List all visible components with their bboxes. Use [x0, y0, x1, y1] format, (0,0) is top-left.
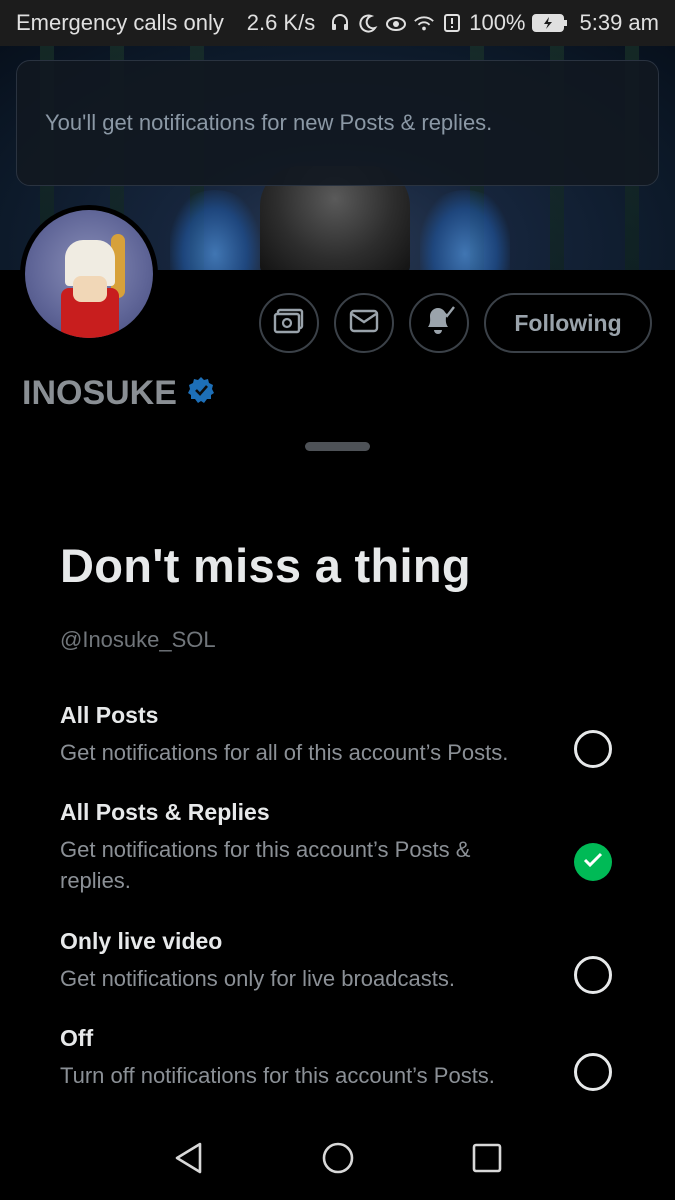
notifications-button[interactable]: [409, 293, 469, 353]
bell-check-icon: [422, 305, 456, 342]
battery-percent: 100%: [469, 10, 526, 35]
clock-time: 5:39 am: [579, 10, 660, 35]
option-description: Get notifications for all of this accoun…: [60, 740, 509, 765]
sheet-title: Don't miss a thing: [60, 539, 471, 592]
display-name: INOSUKE: [22, 374, 177, 412]
eye-icon: [385, 12, 407, 34]
wifi-icon: [413, 12, 435, 34]
headphones-icon: [329, 12, 351, 34]
notification-settings-sheet: Don't miss a thing @Inosuke_SOL All Post…: [0, 420, 675, 1200]
recents-nav-button[interactable]: [467, 1140, 507, 1180]
back-nav-button[interactable]: [168, 1140, 208, 1180]
radio-button[interactable]: [574, 730, 612, 768]
message-button[interactable]: [334, 293, 394, 353]
status-bar: Emergency calls only 2.6 K/s 100% 5:39 a…: [0, 0, 675, 46]
tip-button[interactable]: [259, 293, 319, 353]
verified-badge-icon: [187, 374, 215, 413]
notification-toast: You'll get notifications for new Posts &…: [16, 60, 659, 186]
option-off[interactable]: Off Turn off notifications for this acco…: [60, 1025, 620, 1091]
avatar[interactable]: [20, 205, 158, 343]
back-triangle-icon: [172, 1141, 204, 1180]
radio-button-selected[interactable]: [574, 843, 612, 881]
system-nav-bar: [0, 1120, 675, 1200]
option-all-posts-replies[interactable]: All Posts & Replies Get notifications fo…: [60, 799, 620, 896]
carrier-text: Emergency calls only: [16, 10, 224, 35]
account-handle: @Inosuke_SOL: [60, 627, 216, 652]
option-title: All Posts & Replies: [60, 799, 270, 825]
option-description: Turn off notifications for this account’…: [60, 1063, 495, 1088]
checkmark-icon: [583, 852, 603, 873]
recents-square-icon: [471, 1142, 503, 1179]
following-label: Following: [514, 309, 622, 336]
option-title: Off: [60, 1025, 94, 1051]
option-title: Only live video: [60, 928, 223, 954]
radio-button[interactable]: [574, 1053, 612, 1091]
moon-icon: [357, 12, 379, 34]
home-nav-button[interactable]: [318, 1140, 358, 1180]
option-title: All Posts: [60, 702, 159, 728]
option-description: Get notifications for this account’s Pos…: [60, 837, 471, 893]
sheet-drag-handle[interactable]: [305, 442, 370, 451]
option-description: Get notifications only for live broadcas…: [60, 966, 455, 991]
following-button[interactable]: Following: [484, 293, 652, 353]
network-speed: 2.6 K/s: [246, 10, 316, 35]
mail-icon: [349, 309, 379, 338]
home-circle-icon: [321, 1141, 355, 1180]
money-icon: [273, 307, 305, 340]
profile-name: INOSUKE: [22, 374, 215, 413]
option-all-posts[interactable]: All Posts Get notifications for all of t…: [60, 702, 620, 768]
radio-button[interactable]: [574, 956, 612, 994]
toast-text: You'll get notifications for new Posts &…: [45, 110, 493, 135]
sim-alert-icon: [441, 12, 463, 34]
option-only-live-video[interactable]: Only live video Get notifications only f…: [60, 928, 620, 994]
battery-icon: [531, 12, 568, 34]
